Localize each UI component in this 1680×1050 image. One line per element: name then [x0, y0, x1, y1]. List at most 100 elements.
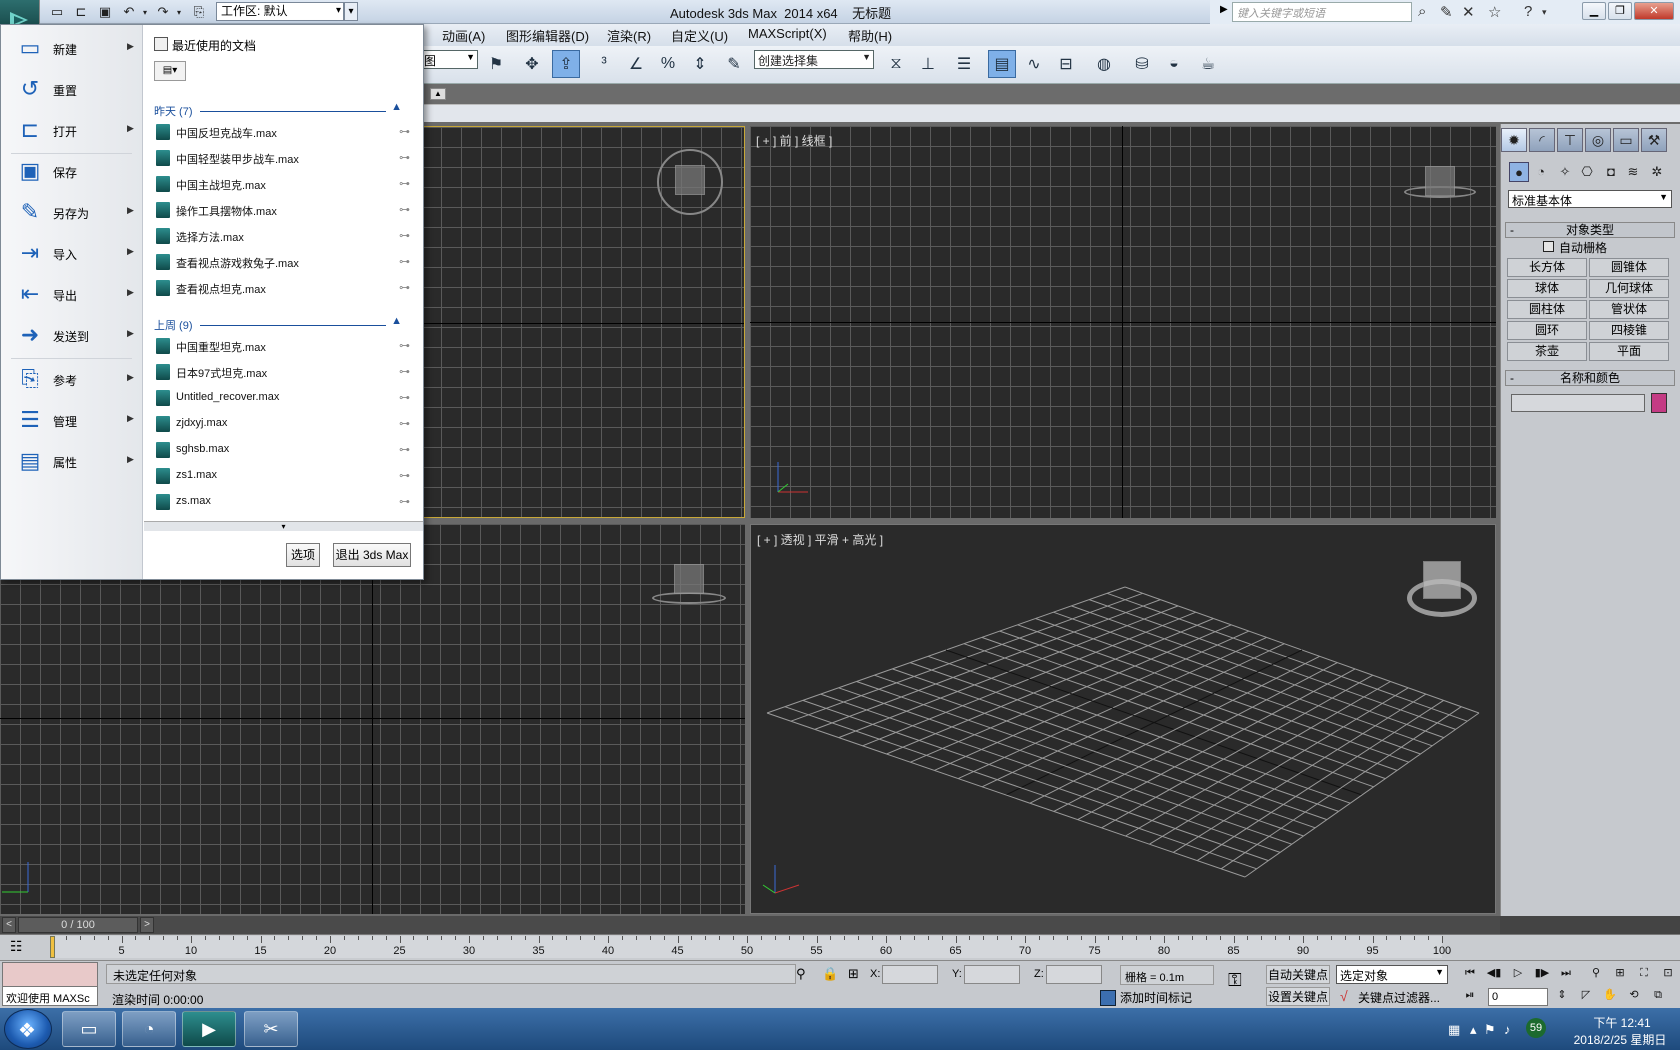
favorites-star-icon[interactable]: ☆ [1488, 3, 1501, 21]
app-menu-item-8[interactable]: ⎘ 参考 ▶ [1, 360, 143, 400]
recent-view-options-button[interactable]: ▤▾ [154, 61, 186, 81]
exit-3dsmax-button[interactable]: 退出 3ds Max [333, 543, 411, 567]
mini-curve-editor-icon[interactable]: ☷ [10, 938, 23, 955]
render-frame-icon[interactable]: ◒ [1160, 50, 1188, 78]
zoom-extents-icon[interactable]: ⛶ [1634, 964, 1654, 982]
workspace-dropdown[interactable]: 工作区: 默认 ▾ [216, 2, 344, 21]
name-color-rollout-header[interactable]: - 名称和颜色 [1505, 370, 1675, 386]
pin-icon[interactable]: ⊶ [399, 151, 410, 164]
app-menu-item-0[interactable]: ▭ 新建 ▶ [1, 29, 143, 69]
recent-file-item[interactable]: zs1.max ⊶ [154, 465, 410, 487]
explorer-folder-icon[interactable]: ▭ [62, 1011, 116, 1047]
menu-animation[interactable]: 动画(A) [442, 26, 485, 45]
pin-icon[interactable]: ⊶ [399, 339, 410, 352]
viewcube-icon[interactable] [1425, 166, 1455, 196]
auto-grid-checkbox[interactable] [1543, 241, 1554, 252]
recent-file-item[interactable]: sghsb.max ⊶ [154, 439, 410, 461]
snipping-tool-icon[interactable]: ✂ [244, 1011, 298, 1047]
set-key-icon[interactable]: ⚿ [1228, 970, 1242, 991]
geosphere-button[interactable]: 几何球体 [1589, 279, 1669, 298]
maxscript-listener-input[interactable]: 欢迎使用 MAXSc [2, 986, 98, 1006]
utilities-tab-icon[interactable]: ⚒ [1641, 128, 1667, 152]
clock-time[interactable]: 下午 12:41 [1572, 1014, 1672, 1031]
pivot-icon[interactable]: ⚑ [482, 50, 510, 78]
scene-explorer-icon[interactable]: ▤ [988, 50, 1016, 78]
pyramid-button[interactable]: 四棱锥 [1589, 321, 1669, 340]
percent-snap-icon[interactable]: % [654, 50, 682, 78]
current-frame-field[interactable]: 0 [1488, 988, 1548, 1006]
recent-file-item[interactable]: 选择方法.max ⊶ [154, 225, 410, 247]
recent-file-item[interactable]: 查看视点游戏救兔子.max ⊶ [154, 251, 410, 273]
orbit-icon[interactable]: ⟲ [1624, 986, 1644, 1004]
render-teapot-icon[interactable]: ☕ [1194, 50, 1222, 78]
set-key-button[interactable]: 设置关键点 [1266, 987, 1330, 1006]
recent-file-item[interactable]: 日本97式坦克.max ⊶ [154, 361, 410, 383]
save-file-icon[interactable]: ▣ [96, 3, 114, 21]
zoom-icon[interactable]: ⚲ [1586, 964, 1606, 982]
pin-icon[interactable]: ⊶ [399, 417, 410, 430]
named-selection-set-dropdown[interactable]: 创建选择集 ▼ [754, 50, 874, 69]
network-tray-icon[interactable]: ▦ [1448, 1022, 1460, 1038]
play-icon[interactable]: ▷ [1508, 964, 1528, 982]
y-coordinate-field[interactable] [964, 965, 1020, 984]
menu-customize[interactable]: 自定义(U) [671, 26, 728, 45]
ribbon-toggle-button[interactable]: ▲ [430, 88, 446, 100]
spinner-snap-icon[interactable]: ⇕ [686, 50, 714, 78]
sphere-button[interactable]: 球体 [1507, 279, 1587, 298]
track-ruler[interactable]: 5 10 15 20 25 30 35 40 45 50 55 60 65 70 75 80 85 90 95 100 [50, 936, 1451, 958]
app-menu-item-1[interactable]: ↺ 重置 [1, 70, 143, 110]
volume-icon[interactable]: ♪ [1504, 1022, 1511, 1037]
schematic-view-icon[interactable]: ⊟ [1052, 50, 1080, 78]
geometry-icon[interactable]: ● [1509, 162, 1529, 182]
3dsmax-taskbar-icon[interactable]: ▶ [182, 1011, 236, 1047]
lights-icon[interactable]: ✧ [1555, 162, 1575, 182]
reference-coordinate-dropdown[interactable]: 图 ▼ [420, 50, 478, 69]
frame-spinner-icon[interactable]: ⇕ [1552, 986, 1572, 1004]
systems-icon[interactable]: ✲ [1647, 162, 1667, 182]
viewport-front[interactable]: [ + ] 前 ] 线框 ] [750, 126, 1496, 518]
pin-icon[interactable]: ⊶ [399, 281, 410, 294]
zoom-all-icon[interactable]: ⊞ [1610, 964, 1630, 982]
app-menu-item-4[interactable]: ✎ 另存为 ▶ [1, 193, 143, 233]
collapse-chevron-icon[interactable]: ▲ [391, 315, 402, 327]
recent-file-item[interactable]: 查看视点坦克.max ⊶ [154, 277, 410, 299]
recent-group-header[interactable]: 上周 (9) ▲ [154, 315, 404, 333]
next-frame-icon[interactable]: ▮▶ [1532, 964, 1552, 982]
app-menu-item-9[interactable]: ☰ 管理 ▶ [1, 401, 143, 441]
menu-help[interactable]: 帮助(H) [848, 26, 892, 45]
redo-dropdown-icon[interactable]: ▾ [170, 3, 188, 21]
recent-file-item[interactable]: zjdxyj.max ⊶ [154, 413, 410, 435]
edit-named-selection-icon[interactable]: ✎ [720, 50, 748, 78]
tray-badge[interactable]: 59 [1526, 1018, 1546, 1038]
material-editor-icon[interactable]: ◍ [1090, 50, 1118, 78]
viewcube-icon[interactable] [674, 564, 704, 594]
time-slider[interactable]: 0 / 100 [18, 917, 138, 933]
undo-dropdown-icon[interactable]: ▾ [136, 3, 154, 21]
align-icon[interactable]: ⊥ [914, 50, 942, 78]
previous-frame-icon[interactable]: ◀▮ [1484, 964, 1504, 982]
angle-snap-icon[interactable]: ∠ [622, 50, 650, 78]
object-color-swatch[interactable] [1651, 393, 1667, 413]
current-frame-marker[interactable] [50, 936, 55, 958]
time-prev-icon[interactable]: < [2, 917, 16, 933]
pin-icon[interactable]: ⊶ [399, 203, 410, 216]
isolate-icon[interactable]: ⚲ [796, 966, 806, 982]
maximize-button[interactable]: ❐ [1608, 2, 1632, 20]
select-manipulate-icon[interactable]: ⇪ [552, 50, 580, 78]
add-time-tag-button[interactable]: 添加时间标记 [1120, 989, 1192, 1006]
curve-editor-icon[interactable]: ∿ [1020, 50, 1048, 78]
key-selection-dropdown[interactable]: 选定对象 ▼ [1336, 965, 1448, 984]
open-file-icon[interactable]: ⊏ [72, 3, 90, 21]
menu-maxscript[interactable]: MAXScript(X) [748, 26, 827, 41]
go-to-end-icon[interactable]: ⏭ [1556, 964, 1576, 982]
app-menu-item-3[interactable]: ▣ 保存 [1, 152, 143, 192]
helpers-icon[interactable]: ◘ [1601, 162, 1621, 182]
clock-date[interactable]: 2018/2/25 星期日 [1560, 1031, 1680, 1048]
plane-button[interactable]: 平面 [1589, 342, 1669, 361]
space-warps-icon[interactable]: ≋ [1623, 162, 1643, 182]
pin-icon[interactable]: ⊶ [399, 391, 410, 404]
move-transform-icon[interactable]: ✥ [518, 50, 546, 78]
snap-3-icon[interactable]: ³ [590, 50, 618, 78]
pin-icon[interactable]: ⊶ [399, 255, 410, 268]
pin-icon[interactable]: ⊶ [399, 365, 410, 378]
